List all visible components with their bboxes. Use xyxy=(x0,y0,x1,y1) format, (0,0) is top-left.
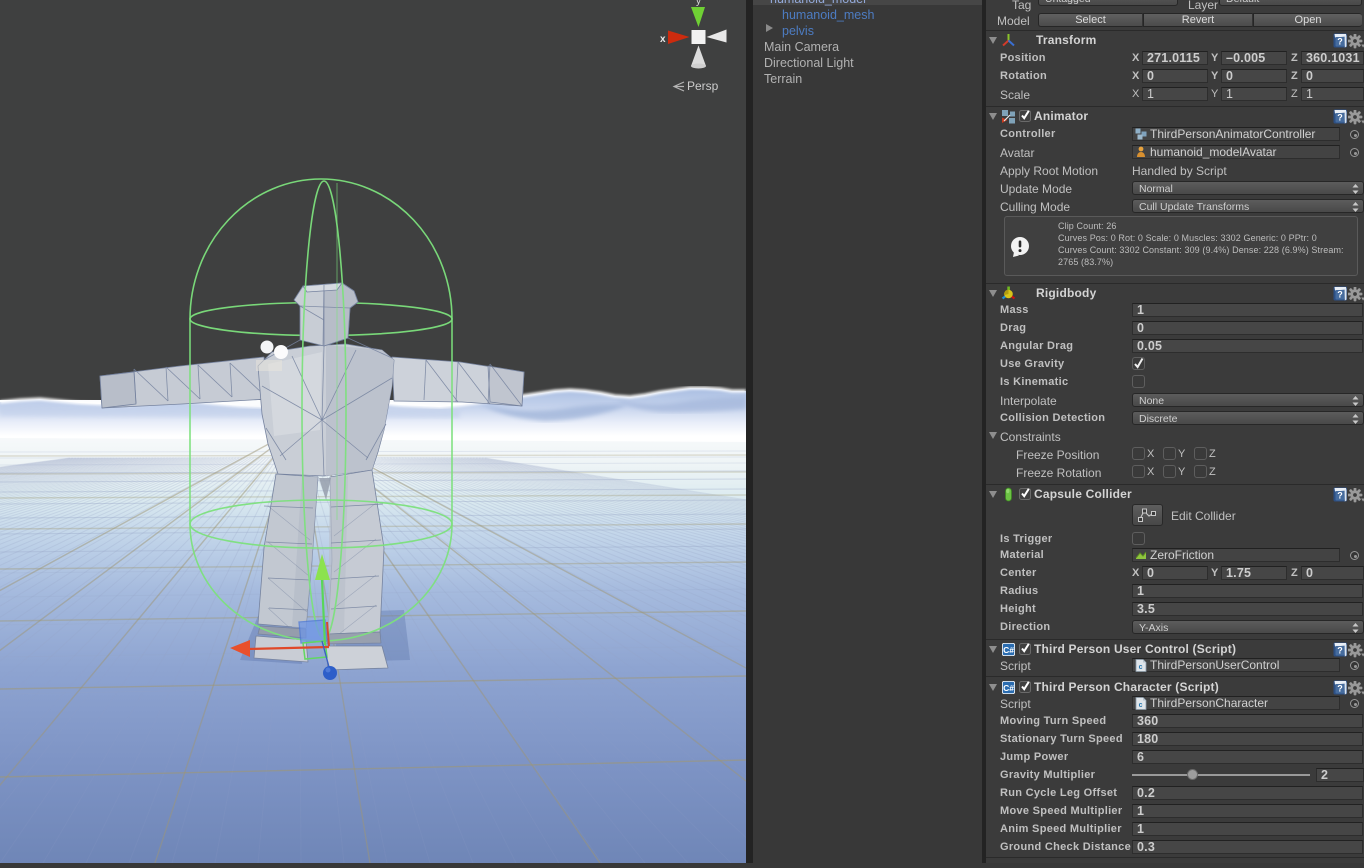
svg-text:C#: C# xyxy=(1003,645,1014,655)
svg-text:c: c xyxy=(1139,664,1143,671)
svg-text:?: ? xyxy=(1337,37,1343,47)
svg-text:Persp: Persp xyxy=(687,79,719,93)
svg-text:?: ? xyxy=(1337,646,1343,656)
svg-text:?: ? xyxy=(1337,113,1343,123)
svg-text:y: y xyxy=(696,0,701,7)
svg-text:C#: C# xyxy=(1003,683,1014,693)
svg-text:?: ? xyxy=(1337,684,1343,694)
svg-text:?: ? xyxy=(1337,491,1343,501)
svg-text:c: c xyxy=(1139,702,1143,709)
svg-text:?: ? xyxy=(1337,290,1343,300)
svg-text:x: x xyxy=(660,34,666,45)
